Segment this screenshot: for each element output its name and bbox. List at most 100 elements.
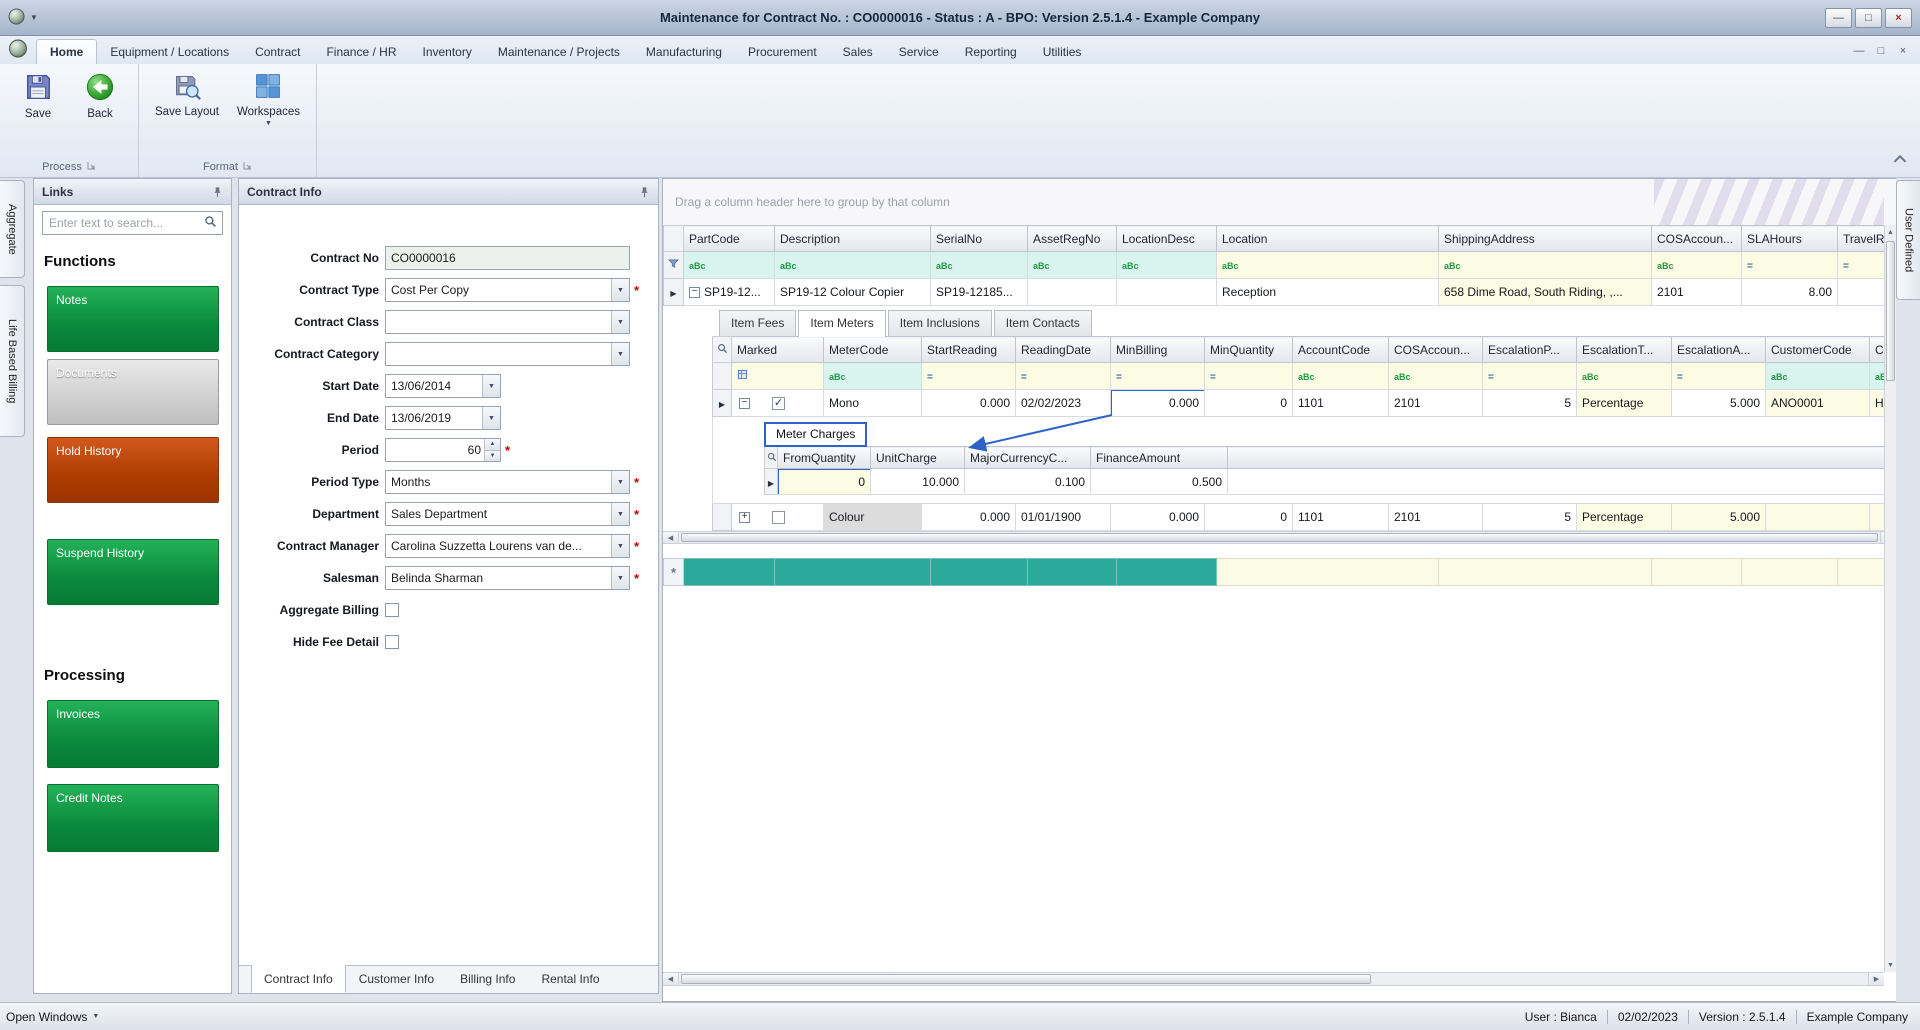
tab-item-inclusions[interactable]: Item Inclusions: [887, 310, 992, 336]
filter-cell[interactable]: =: [1741, 251, 1838, 279]
cell-customercode[interactable]: ANO0001: [1765, 389, 1870, 417]
ribbon-tab-reporting[interactable]: Reporting: [952, 40, 1030, 64]
column-header-description[interactable]: Description: [774, 225, 931, 252]
new-cell-cosaccount[interactable]: [1651, 558, 1742, 586]
marked-checkbox[interactable]: ✓: [772, 396, 785, 410]
links-search-input[interactable]: [49, 216, 204, 230]
column-header-slahours[interactable]: SLAHours: [1741, 225, 1838, 252]
scrollbar-thumb[interactable]: [681, 533, 1878, 542]
cell-locationdesc[interactable]: [1116, 278, 1217, 306]
filter-cell[interactable]: aBc: [823, 362, 922, 390]
cell-serialno[interactable]: SP19-12185...: [930, 278, 1028, 306]
abc-filter-icon[interactable]: aBc: [1394, 372, 1411, 382]
cell-accountcode[interactable]: 1101: [1292, 503, 1389, 531]
tab-rental-info[interactable]: Rental Info: [528, 966, 612, 993]
workspaces-button[interactable]: Workspaces ▼: [231, 69, 306, 130]
cell-escalationp[interactable]: 5: [1482, 389, 1577, 417]
column-header-escalationp[interactable]: EscalationP...: [1482, 336, 1577, 363]
abc-filter-icon[interactable]: aBc: [936, 261, 953, 271]
open-windows-button[interactable]: Open Windows ▼: [6, 1010, 99, 1024]
meter-charges-tab[interactable]: Meter Charges: [764, 422, 868, 447]
cell-startreading[interactable]: 0.000: [921, 389, 1016, 417]
abc-filter-icon[interactable]: aBc: [780, 261, 797, 271]
chevron-down-icon[interactable]: ▼: [611, 567, 629, 589]
equals-filter-icon[interactable]: =: [1210, 372, 1216, 383]
column-header-majorcurrency[interactable]: MajorCurrencyC...: [964, 446, 1091, 469]
abc-filter-icon[interactable]: aBc: [829, 372, 846, 382]
column-header-accountcode[interactable]: AccountCode: [1292, 336, 1389, 363]
app-icon[interactable]: [8, 7, 25, 28]
cell-fromquantity[interactable]: 0: [777, 468, 871, 495]
column-header-partcode[interactable]: PartCode: [683, 225, 775, 252]
cell-unitcharge[interactable]: 10.000: [870, 468, 965, 495]
new-cell-description[interactable]: [774, 558, 931, 586]
new-cell-slahours[interactable]: [1741, 558, 1838, 586]
contract-manager-dropdown[interactable]: Carolina Suzzetta Lourens van de... ▼: [385, 534, 630, 558]
tab-billing-info[interactable]: Billing Info: [447, 966, 528, 993]
cell-escalationa[interactable]: 5.000: [1671, 503, 1766, 531]
column-header-escalationt[interactable]: EscalationT...: [1576, 336, 1672, 363]
cell-description[interactable]: SP19-12 Colour Copier: [774, 278, 931, 306]
ribbon-tab-home[interactable]: Home: [36, 39, 98, 64]
cell-marked[interactable]: − ✓: [731, 389, 824, 417]
column-header-customercode[interactable]: CustomerCode: [1765, 336, 1870, 363]
start-date-field[interactable]: 13/06/2014 ▼: [385, 374, 501, 398]
salesman-dropdown[interactable]: Belinda Sharman ▼: [385, 566, 630, 590]
end-date-field[interactable]: 13/06/2019 ▼: [385, 406, 501, 430]
column-header-minquantity[interactable]: MinQuantity: [1204, 336, 1293, 363]
spin-down-icon[interactable]: ▼: [485, 449, 500, 461]
window-minimize-button[interactable]: —: [1825, 7, 1852, 28]
ribbon-tab-utilities[interactable]: Utilities: [1030, 40, 1095, 64]
cell-minbilling[interactable]: 0.000: [1110, 503, 1205, 531]
dialog-launcher-icon[interactable]: [243, 161, 252, 173]
ribbon-tab-equipment-locations[interactable]: Equipment / Locations: [97, 40, 242, 64]
ribbon-tab-service[interactable]: Service: [886, 40, 952, 64]
ribbon-tab-contract[interactable]: Contract: [242, 40, 313, 64]
grid-horizontal-scrollbar[interactable]: ◀ ▶: [663, 972, 1884, 986]
filter-cell[interactable]: aBc: [1388, 362, 1483, 390]
column-header-serialno[interactable]: SerialNo: [930, 225, 1028, 252]
application-menu-icon[interactable]: [8, 39, 28, 61]
cell-marked[interactable]: +✓: [731, 503, 824, 531]
collapse-row-icon[interactable]: −: [739, 397, 750, 409]
period-type-dropdown[interactable]: Months ▼: [385, 470, 630, 494]
column-header-cosaccount[interactable]: COSAccoun...: [1388, 336, 1483, 363]
filter-cell[interactable]: =: [1671, 362, 1766, 390]
cell-escalationp[interactable]: 5: [1482, 503, 1577, 531]
filter-cell[interactable]: aBc: [1116, 251, 1217, 279]
column-header-escalationa[interactable]: EscalationA...: [1671, 336, 1766, 363]
equals-filter-icon[interactable]: =: [1843, 261, 1849, 272]
scroll-left-icon[interactable]: ◀: [663, 532, 679, 543]
abc-filter-icon[interactable]: aBc: [1582, 372, 1599, 382]
cell-metercode[interactable]: Mono: [823, 389, 922, 417]
search-icon[interactable]: [204, 215, 217, 231]
column-header-minbilling[interactable]: MinBilling: [1110, 336, 1205, 363]
contract-category-dropdown[interactable]: ▼: [385, 342, 630, 366]
abc-filter-icon[interactable]: aBc: [1222, 261, 1239, 271]
mdi-close-button[interactable]: ×: [1892, 42, 1914, 59]
window-close-button[interactable]: ×: [1885, 7, 1912, 28]
cell-accountcode[interactable]: 1101: [1292, 389, 1389, 417]
filter-cell[interactable]: =: [921, 362, 1016, 390]
cell-financeamount[interactable]: 0.500: [1090, 468, 1228, 495]
dock-tab-life-based-billing[interactable]: Life Based Billing: [0, 285, 25, 437]
cell-cosaccount[interactable]: 2101: [1651, 278, 1742, 306]
ribbon-tab-finance-hr[interactable]: Finance / HR: [313, 40, 409, 64]
notes-button[interactable]: Notes: [47, 286, 219, 352]
scroll-left-icon[interactable]: ◀: [663, 973, 679, 985]
scroll-down-icon[interactable]: ▼: [1885, 958, 1896, 972]
search-icon[interactable]: [764, 446, 778, 469]
cell-cosaccount[interactable]: 2101: [1388, 503, 1483, 531]
scrollbar-thumb[interactable]: [681, 974, 1371, 984]
filter-cell[interactable]: [731, 362, 824, 390]
cell-shippingaddress[interactable]: 658 Dime Road, South Riding, ,...: [1438, 278, 1652, 306]
equals-filter-icon[interactable]: =: [1116, 372, 1122, 383]
filter-cell[interactable]: aBc: [1216, 251, 1439, 279]
new-cell-serialno[interactable]: [930, 558, 1028, 586]
filter-cell[interactable]: aBc: [1292, 362, 1389, 390]
cell-startreading[interactable]: 0.000: [921, 503, 1016, 531]
column-header-financeamount[interactable]: FinanceAmount: [1090, 446, 1228, 469]
mdi-restore-button[interactable]: □: [1870, 42, 1892, 59]
chevron-down-icon[interactable]: ▼: [611, 535, 629, 557]
abc-filter-icon[interactable]: aBc: [1444, 261, 1461, 271]
